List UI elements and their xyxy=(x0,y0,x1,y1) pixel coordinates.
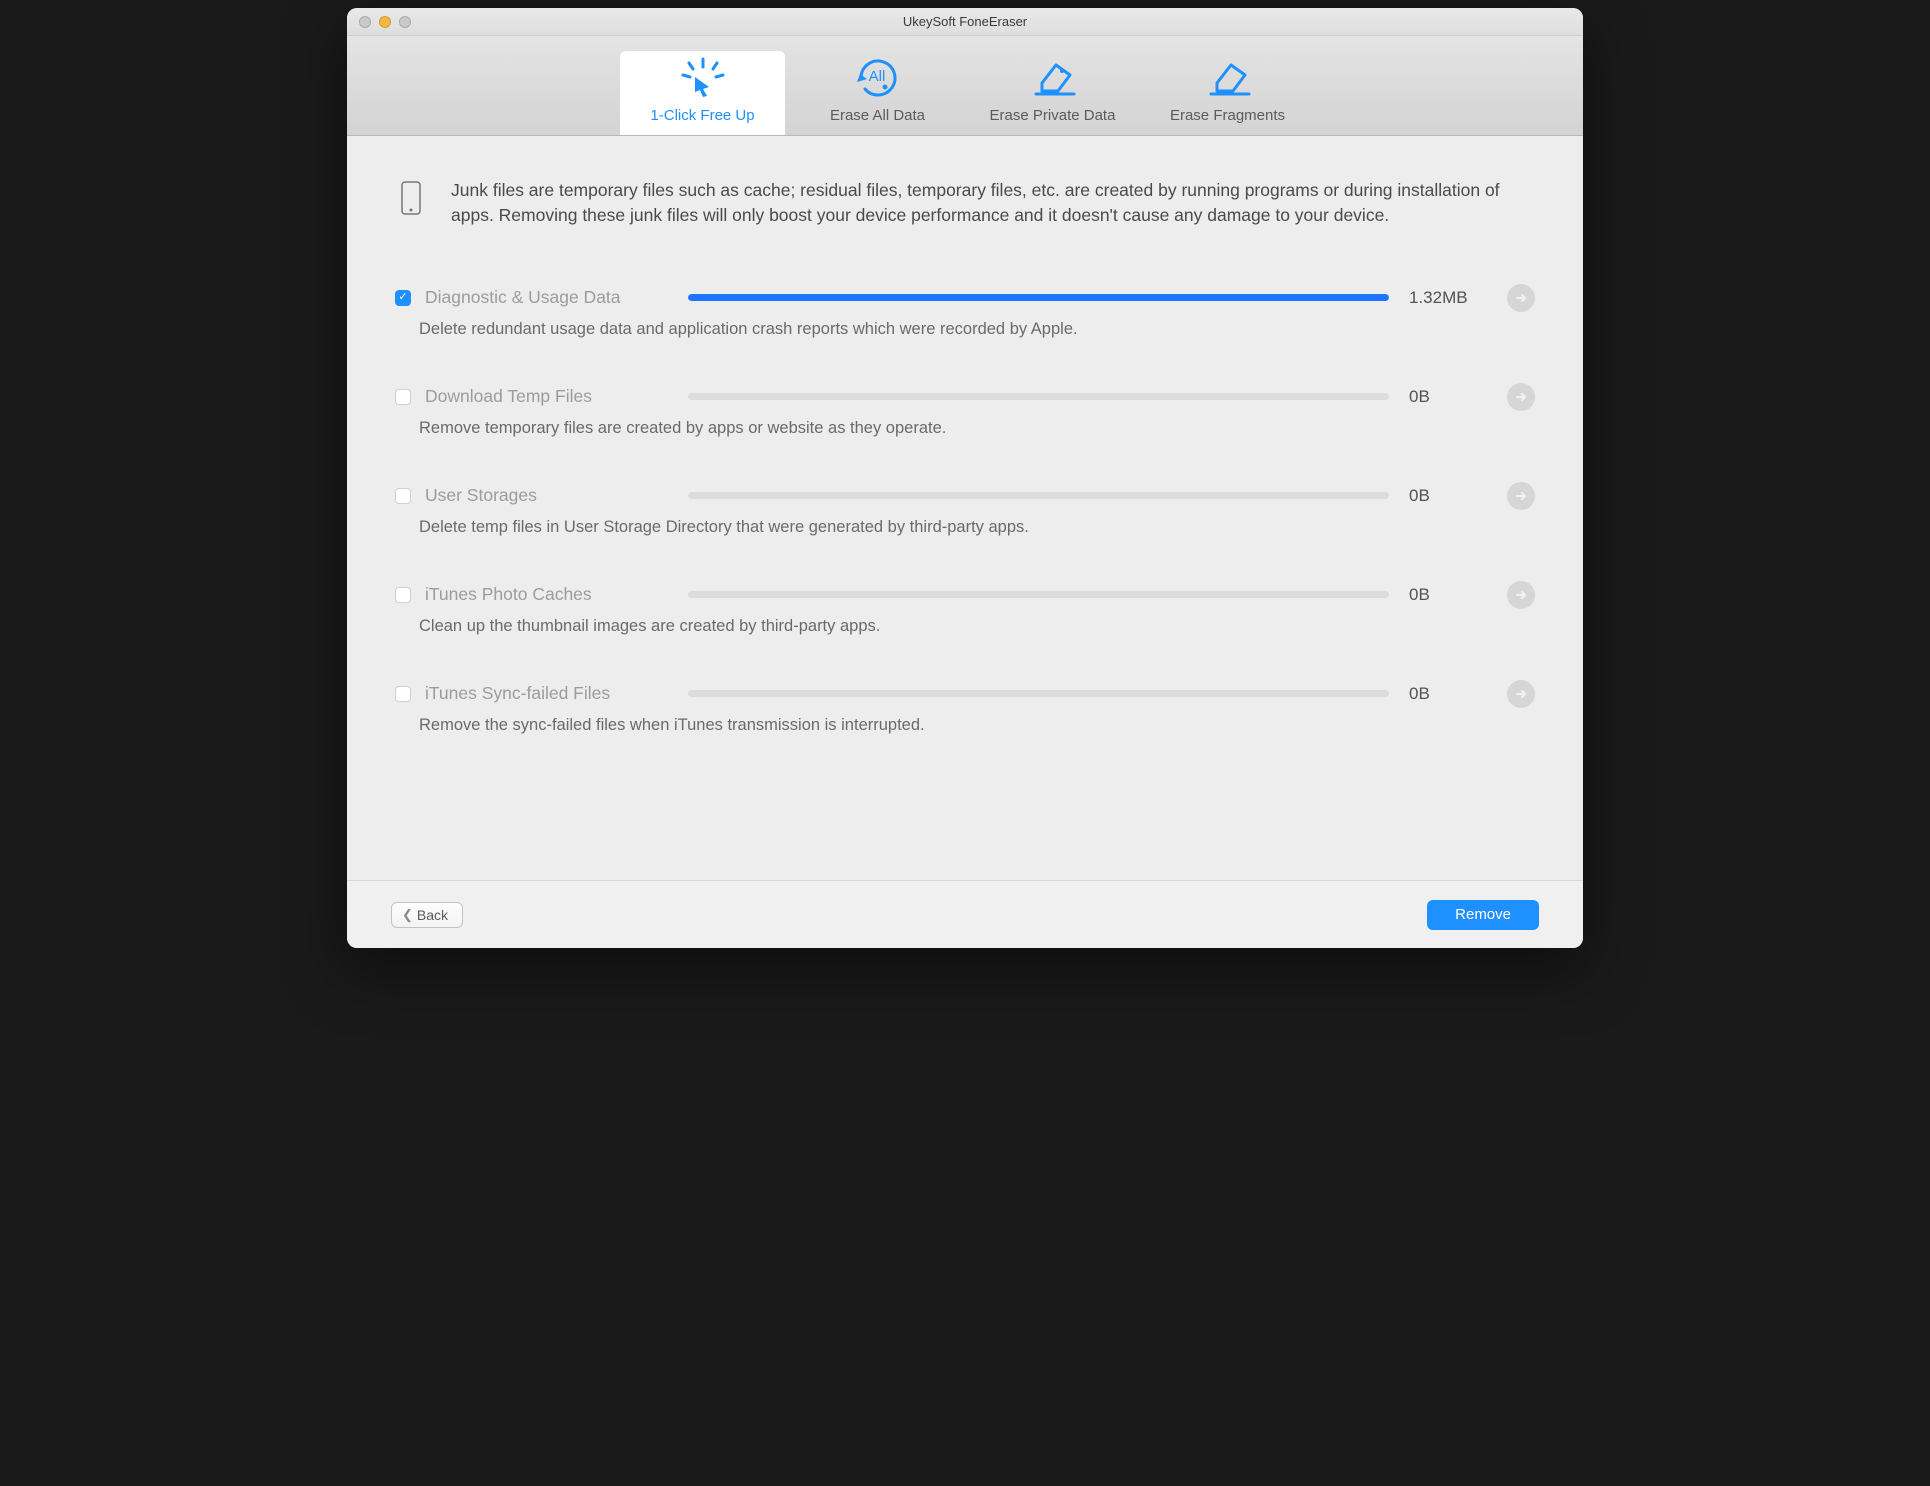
tab-1click-free-up[interactable]: 1-Click Free Up xyxy=(620,51,785,135)
arrow-right-icon xyxy=(1514,291,1528,305)
titlebar: UkeySoft FoneEraser xyxy=(347,8,1583,36)
item-progress xyxy=(688,690,1389,697)
tab-bar: 1-Click Free Up All Erase All Data xyxy=(347,36,1583,136)
back-button-label: Back xyxy=(417,907,448,923)
item-progress xyxy=(688,492,1389,499)
intro-section: Junk files are temporary files such as c… xyxy=(395,178,1535,228)
svg-text:All: All xyxy=(868,68,885,85)
item-details-button[interactable] xyxy=(1507,284,1535,312)
remove-button-label: Remove xyxy=(1455,906,1511,923)
item-progress xyxy=(688,591,1389,598)
tab-erase-all-data[interactable]: All Erase All Data xyxy=(795,51,960,135)
junk-item-row: Download Temp Files 0B xyxy=(395,383,1535,411)
footer: ❮ Back Remove xyxy=(347,880,1583,948)
item-title: Diagnostic & Usage Data xyxy=(425,287,680,308)
phone-icon xyxy=(401,181,423,220)
item-size: 0B xyxy=(1397,387,1493,407)
item-title: iTunes Photo Caches xyxy=(425,584,680,605)
back-button[interactable]: ❮ Back xyxy=(391,902,463,928)
content-area: Junk files are temporary files such as c… xyxy=(347,136,1583,880)
item-description: Delete redundant usage data and applicat… xyxy=(419,320,1535,339)
item-details-button[interactable] xyxy=(1507,482,1535,510)
item-checkbox[interactable] xyxy=(395,686,411,702)
erase-all-icon: All xyxy=(855,57,901,97)
minimize-window-button[interactable] xyxy=(379,16,391,28)
chevron-left-icon: ❮ xyxy=(402,907,413,923)
item-details-button[interactable] xyxy=(1507,581,1535,609)
free-up-icon xyxy=(677,57,729,97)
app-window: UkeySoft FoneEraser 1-Click Free Up xyxy=(347,8,1583,948)
item-size: 1.32MB xyxy=(1397,288,1493,308)
junk-item-row: User Storages 0B xyxy=(395,482,1535,510)
item-checkbox[interactable]: ✓ xyxy=(395,290,411,306)
junk-item-row: iTunes Sync-failed Files 0B xyxy=(395,680,1535,708)
progress-fill xyxy=(688,294,1389,301)
item-title: User Storages xyxy=(425,485,680,506)
junk-item-row: iTunes Photo Caches 0B xyxy=(395,581,1535,609)
item-description: Delete temp files in User Storage Direct… xyxy=(419,518,1535,537)
tab-label: Erase Private Data xyxy=(990,107,1116,124)
item-progress xyxy=(688,294,1389,301)
zoom-window-button[interactable] xyxy=(399,16,411,28)
remove-button[interactable]: Remove xyxy=(1427,900,1539,930)
arrow-right-icon xyxy=(1514,489,1528,503)
item-size: 0B xyxy=(1397,585,1493,605)
check-icon: ✓ xyxy=(398,292,407,303)
item-details-button[interactable] xyxy=(1507,383,1535,411)
arrow-right-icon xyxy=(1514,687,1528,701)
tab-label: Erase Fragments xyxy=(1170,107,1285,124)
tab-label: 1-Click Free Up xyxy=(650,107,754,124)
arrow-right-icon xyxy=(1514,390,1528,404)
arrow-right-icon xyxy=(1514,588,1528,602)
item-title: Download Temp Files xyxy=(425,386,680,407)
window-controls xyxy=(347,16,411,28)
item-details-button[interactable] xyxy=(1507,680,1535,708)
item-description: Remove the sync-failed files when iTunes… xyxy=(419,716,1535,735)
close-window-button[interactable] xyxy=(359,16,371,28)
item-description: Clean up the thumbnail images are create… xyxy=(419,617,1535,636)
item-checkbox[interactable] xyxy=(395,587,411,603)
tab-erase-private-data[interactable]: Erase Private Data xyxy=(970,51,1135,135)
item-progress xyxy=(688,393,1389,400)
item-checkbox[interactable] xyxy=(395,488,411,504)
tab-label: Erase All Data xyxy=(830,107,925,124)
item-size: 0B xyxy=(1397,486,1493,506)
erase-private-icon xyxy=(1028,57,1078,97)
window-title: UkeySoft FoneEraser xyxy=(347,14,1583,29)
item-title: iTunes Sync-failed Files xyxy=(425,683,680,704)
item-size: 0B xyxy=(1397,684,1493,704)
item-description: Remove temporary files are created by ap… xyxy=(419,419,1535,438)
junk-item-row: ✓ Diagnostic & Usage Data 1.32MB xyxy=(395,284,1535,312)
erase-fragments-icon xyxy=(1203,57,1253,97)
intro-text: Junk files are temporary files such as c… xyxy=(451,178,1535,228)
item-checkbox[interactable] xyxy=(395,389,411,405)
tab-erase-fragments[interactable]: Erase Fragments xyxy=(1145,51,1310,135)
